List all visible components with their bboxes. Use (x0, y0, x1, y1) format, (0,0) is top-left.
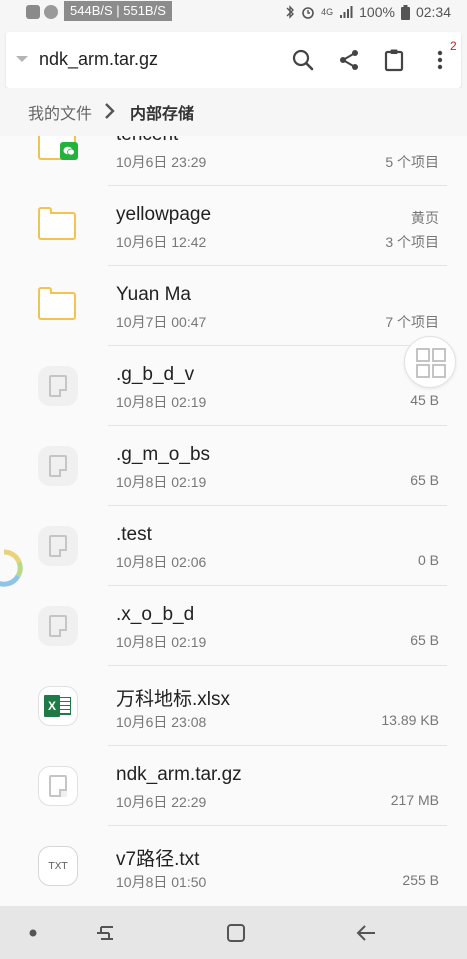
file-info: 0 B (417, 552, 439, 568)
file-info: 217 MB (390, 792, 439, 808)
file-name: .g_b_d_v (116, 364, 195, 385)
file-date: 10月8日 01:50 (116, 874, 207, 890)
grid-view-button[interactable] (404, 336, 456, 388)
file-name: yellowpage (116, 204, 212, 225)
file-name: tencent (116, 136, 178, 146)
recent-apps-icon (97, 926, 113, 940)
breadcrumb-root[interactable]: 我的文件 (28, 100, 92, 124)
file-date: 10月8日 02:19 (116, 394, 207, 410)
file-icon (38, 366, 78, 406)
network-type: 4G (321, 7, 334, 17)
chevron-right-icon (105, 103, 115, 119)
more-vert-icon (437, 50, 443, 70)
file-name: Yuan Ma (116, 284, 191, 305)
grid-view-icon (416, 348, 446, 378)
folder-icon (38, 206, 78, 246)
dropdown-arrow-icon[interactable] (16, 56, 28, 62)
clipboard-button[interactable] (380, 46, 408, 74)
list-item[interactable]: X 万科地标.xlsx 10月6日 23:08 13.89 KB (0, 666, 467, 746)
folder-icon (38, 136, 78, 166)
clipboard-icon (384, 49, 404, 72)
file-info: 45 B (410, 392, 439, 408)
file-name: .g_m_o_bs (116, 444, 211, 465)
list-item[interactable]: tencent 10月6日 23:29 腾讯 5 个项目 (0, 136, 467, 186)
file-info: 65 B (410, 472, 439, 488)
wechat-icon (60, 142, 78, 160)
title-toolbar: ndk_arm.tar.gz 2 (6, 32, 461, 88)
status-right: 4G 100% 02:34 (285, 4, 451, 20)
wechat-notification-icon (44, 5, 58, 19)
file-info: 65 B (410, 632, 439, 648)
file-date: 10月7日 00:47 (116, 314, 207, 330)
dot-icon (29, 929, 37, 937)
toolbar-title: ndk_arm.tar.gz (39, 49, 159, 69)
battery-icon (400, 4, 410, 20)
file-name: v7路径.txt (116, 849, 200, 870)
folder-label: 黄页 (411, 210, 439, 226)
list-item[interactable]: .x_o_b_d 10月8日 02:19 65 B (0, 586, 467, 666)
nav-dot-button[interactable] (18, 918, 48, 948)
status-notification-icons (26, 5, 58, 19)
list-item[interactable]: .g_b_d_v 10月8日 02:19 45 B (0, 346, 467, 426)
file-icon (38, 526, 78, 566)
file-list[interactable]: tencent 10月6日 23:29 腾讯 5 个项目 yellowpage … (0, 136, 467, 906)
file-date: 10月8日 02:19 (116, 634, 207, 650)
file-date: 10月6日 12:42 (116, 234, 207, 250)
breadcrumb: 我的文件 内部存储 (0, 88, 467, 137)
list-item[interactable]: TXT v7路径.txt 10月8日 01:50 255 B (0, 826, 467, 906)
net-speed-indicator: 544B/S | 551B/S (64, 1, 172, 21)
file-info: 5 个项目 (385, 154, 439, 170)
app-notification-icon (26, 5, 40, 19)
signal-icon (340, 6, 353, 18)
excel-letter: X (44, 695, 60, 717)
list-item[interactable]: .test 10月8日 02:06 0 B (0, 506, 467, 586)
list-item[interactable]: .g_m_o_bs 10月8日 02:19 65 B (0, 426, 467, 506)
file-name: .test (116, 524, 152, 545)
home-icon (227, 924, 245, 942)
folder-icon (38, 286, 78, 326)
file-icon (38, 766, 78, 806)
list-item[interactable]: ndk_arm.tar.gz 10月6日 22:29 217 MB (0, 746, 467, 826)
file-date: 10月8日 02:19 (116, 474, 207, 490)
search-button[interactable] (289, 46, 317, 74)
share-button[interactable] (335, 46, 363, 74)
alarm-icon (302, 7, 314, 19)
share-icon (340, 50, 358, 70)
file-info: 7 个项目 (385, 314, 439, 330)
bluetooth-icon (286, 5, 295, 19)
clock: 02:34 (415, 4, 451, 20)
file-name: .x_o_b_d (116, 604, 195, 625)
breadcrumb-current: 内部存储 (130, 106, 195, 123)
file-info: 3 个项目 (385, 234, 439, 250)
file-date: 10月6日 23:08 (116, 714, 207, 730)
txt-icon: TXT (38, 846, 78, 886)
file-name: ndk_arm.tar.gz (116, 764, 242, 785)
list-item[interactable]: Yuan Ma 10月7日 00:47 7 个项目 (0, 266, 467, 346)
notification-badge: 2 (450, 39, 457, 53)
status-bar: 544B/S | 551B/S 4G 100% 02:34 (0, 0, 467, 28)
list-item[interactable]: yellowpage 10月6日 12:42 黄页 3 个项目 (0, 186, 467, 266)
file-date: 10月8日 02:06 (116, 554, 207, 570)
back-arrow-icon (356, 925, 375, 941)
file-info: 13.89 KB (381, 712, 439, 728)
system-nav-bar (0, 906, 467, 959)
recent-apps-button[interactable] (90, 918, 120, 948)
txt-icon-label: TXT (38, 846, 78, 886)
search-icon (292, 49, 314, 71)
excel-icon: X (38, 686, 78, 726)
battery-level: 100% (359, 4, 395, 20)
loading-spinner-icon (0, 549, 23, 587)
file-icon (38, 446, 78, 486)
home-button[interactable] (221, 918, 251, 948)
file-icon (38, 606, 78, 646)
file-date: 10月6日 22:29 (116, 794, 207, 810)
file-date: 10月6日 23:29 (116, 154, 207, 170)
file-info: 255 B (402, 872, 439, 888)
file-name: 万科地标.xlsx (116, 689, 231, 710)
back-button[interactable] (351, 918, 381, 948)
